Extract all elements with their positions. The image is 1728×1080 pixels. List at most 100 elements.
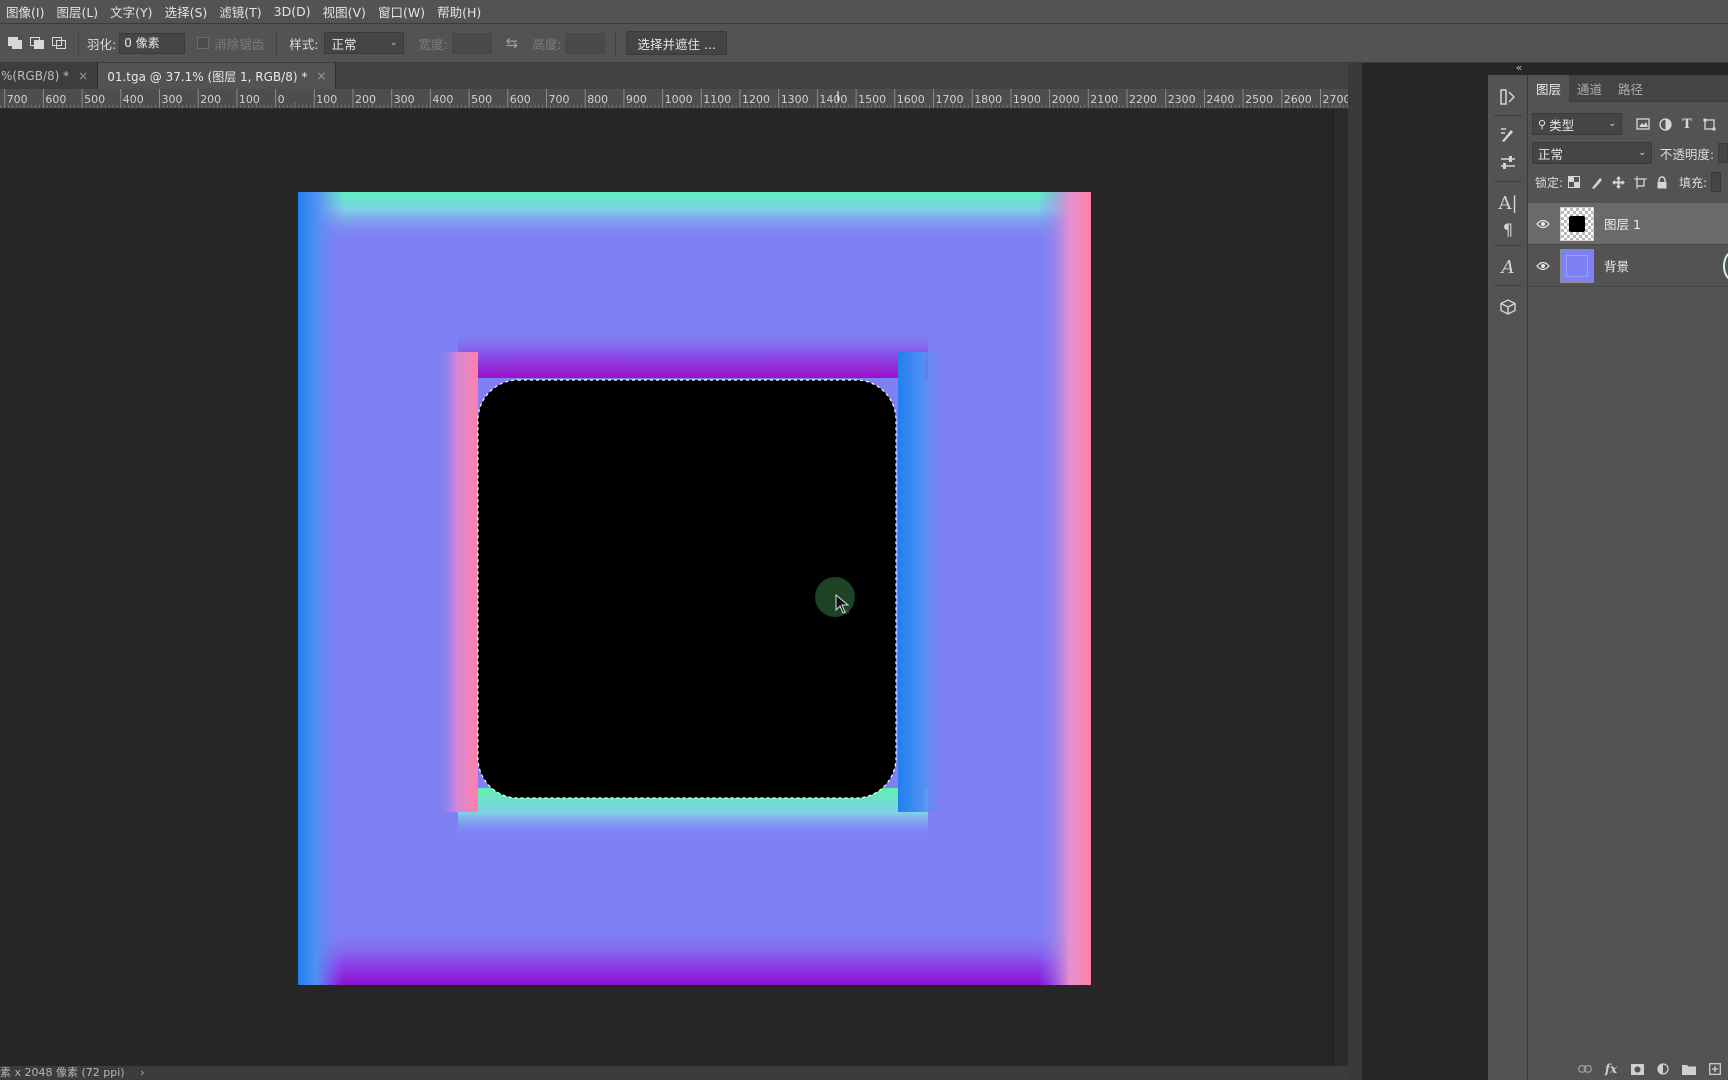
ruler-label: 500 [471,93,492,106]
ruler-label: 2300 [1168,93,1196,106]
glyphs-icon[interactable]: A [1488,253,1528,281]
height-input[interactable] [565,32,606,54]
tab-channels[interactable]: 通道 [1569,75,1610,102]
3d-icon[interactable] [1488,293,1528,321]
ruler-label: 1300 [781,93,809,106]
height-label: 高度: [532,36,562,52]
layers-footer: fx [1528,1058,1728,1080]
layer-name[interactable]: 背景 [1604,256,1629,275]
ruler-ticks: 0070060050040030020010001002003004005006… [0,89,1349,108]
intersect-selection-icon[interactable] [48,32,70,54]
fx-icon[interactable]: fx [1600,1060,1622,1078]
ruler-label: 700 [549,93,570,106]
layer-row[interactable]: 图层 1 [1528,203,1728,245]
menu-view[interactable]: 视图(V) [317,2,372,21]
visibility-eye-icon[interactable] [1528,219,1558,229]
tab-layers[interactable]: 图层 [1528,74,1570,102]
document-tab[interactable]: %(RGB/8) * × [0,63,99,89]
search-icon: ⚲ [1538,117,1547,131]
ruler-label: 2000 [1052,93,1080,106]
close-icon[interactable]: × [316,69,326,83]
chevron-down-icon: ⌄ [389,38,398,48]
width-input[interactable] [451,32,492,54]
blend-mode-select[interactable]: 正常 ⌄ [1532,142,1653,164]
adjustment-layer-icon[interactable] [1652,1060,1674,1078]
panel-tab-bar: 图层 通道 路径 [1528,74,1728,102]
menu-3d[interactable]: 3D(D) [268,4,317,19]
filter-type-icon[interactable]: T [1676,113,1698,135]
collapse-panels-icon[interactable]: « [1510,62,1528,75]
width-label: 宽度: [418,36,448,52]
chevron-down-icon: ⌄ [1608,119,1616,129]
layer-filter-select[interactable]: ⚲ 类型 ⌄ [1532,113,1622,135]
tab-label: 01.tga @ 37.1% (图层 1, RGB/8) * [107,69,308,84]
style-label: 样式: [289,36,319,52]
ruler-label: 300 [394,93,415,106]
visibility-eye-icon[interactable] [1528,261,1558,271]
brush-settings-icon[interactable] [1488,121,1528,149]
lock-transparent-icon[interactable] [1563,171,1585,193]
new-selection-icon[interactable] [4,32,26,54]
ruler-label: 1800 [974,93,1002,106]
adjustments-icon[interactable] [1488,149,1528,177]
chevron-down-icon: ⌄ [1638,148,1647,158]
ruler-label: 2400 [1206,93,1234,106]
character-icon[interactable]: A| [1488,189,1528,217]
document-canvas[interactable]: ⁘ [298,192,1091,985]
ruler-label: 1000 [665,93,693,106]
panel-dock: A| ¶ A [1488,75,1528,1080]
menu-window[interactable]: 窗口(W) [372,2,431,21]
status-bar: 素 x 2048 像素 (72 ppi) › [0,1066,1348,1080]
lock-all-icon[interactable] [1651,171,1673,193]
antialias-checkbox[interactable] [197,37,210,49]
status-arrow-icon[interactable]: › [140,1066,144,1079]
horizontal-ruler[interactable]: 0070060050040030020010001002003004005006… [0,89,1348,109]
layer-row[interactable]: 背景 [1528,245,1728,287]
fill-label: 填充: [1679,175,1708,190]
select-and-mask-button[interactable]: 选择并遮住 ... [626,31,727,55]
menu-help[interactable]: 帮助(H) [431,2,487,21]
menu-image[interactable]: 图像(I) [0,2,50,21]
filter-shape-icon[interactable] [1698,113,1720,135]
feather-input[interactable]: 0 像素 [119,32,186,54]
menu-filter[interactable]: 滤镜(T) [213,2,267,21]
folder-icon[interactable] [1678,1060,1700,1078]
history-icon[interactable] [1488,83,1528,111]
lock-label: 锁定: [1535,175,1564,190]
layer-filter-value: 类型 [1549,117,1575,133]
paragraph-icon[interactable]: ¶ [1488,215,1528,243]
cursor-icon: ⁘ [835,593,850,617]
ruler-label: 100 [239,93,260,106]
link-layers-icon[interactable] [1574,1060,1596,1078]
lock-image-icon[interactable] [1585,171,1607,193]
options-separator [276,30,278,56]
vertical-scrollbar[interactable] [1333,109,1348,1066]
document-tab-active[interactable]: 01.tga @ 37.1% (图层 1, RGB/8) * × [98,63,337,89]
panel-divider [1348,63,1362,1080]
new-layer-icon[interactable] [1704,1060,1726,1078]
close-icon[interactable]: × [78,69,88,83]
swap-icon[interactable]: ⇆ [506,34,519,52]
menu-select[interactable]: 选择(S) [159,2,214,21]
menu-layer[interactable]: 图层(L) [50,2,104,21]
options-separator [615,30,617,56]
ruler-label: 2700 [1323,93,1349,106]
lock-artboard-icon[interactable] [1629,171,1651,193]
fill-input[interactable] [1711,172,1722,192]
menu-type[interactable]: 文字(Y) [104,2,158,21]
add-mask-icon[interactable] [1626,1060,1648,1078]
opacity-input[interactable] [1718,143,1728,163]
ruler-label: 1200 [742,93,770,106]
filter-pixel-icon[interactable] [1632,113,1654,135]
layer-name[interactable]: 图层 1 [1604,214,1641,233]
filter-adjustment-icon[interactable] [1654,113,1676,135]
ruler-label: 1600 [897,93,925,106]
tab-paths[interactable]: 路径 [1610,75,1651,102]
add-to-selection-icon[interactable] [26,32,48,54]
style-select[interactable]: 正常 ⌄ [324,32,405,54]
lock-position-icon[interactable] [1607,171,1629,193]
ruler-label: 200 [200,93,221,106]
ruler-label: 600 [510,93,531,106]
layer-thumbnail [1560,248,1594,283]
layers-panel: 图层 通道 路径 ⚲ 类型 ⌄ T 正常 ⌄ 不透明度: 锁定: 填充: 图层 … [1528,74,1728,1080]
